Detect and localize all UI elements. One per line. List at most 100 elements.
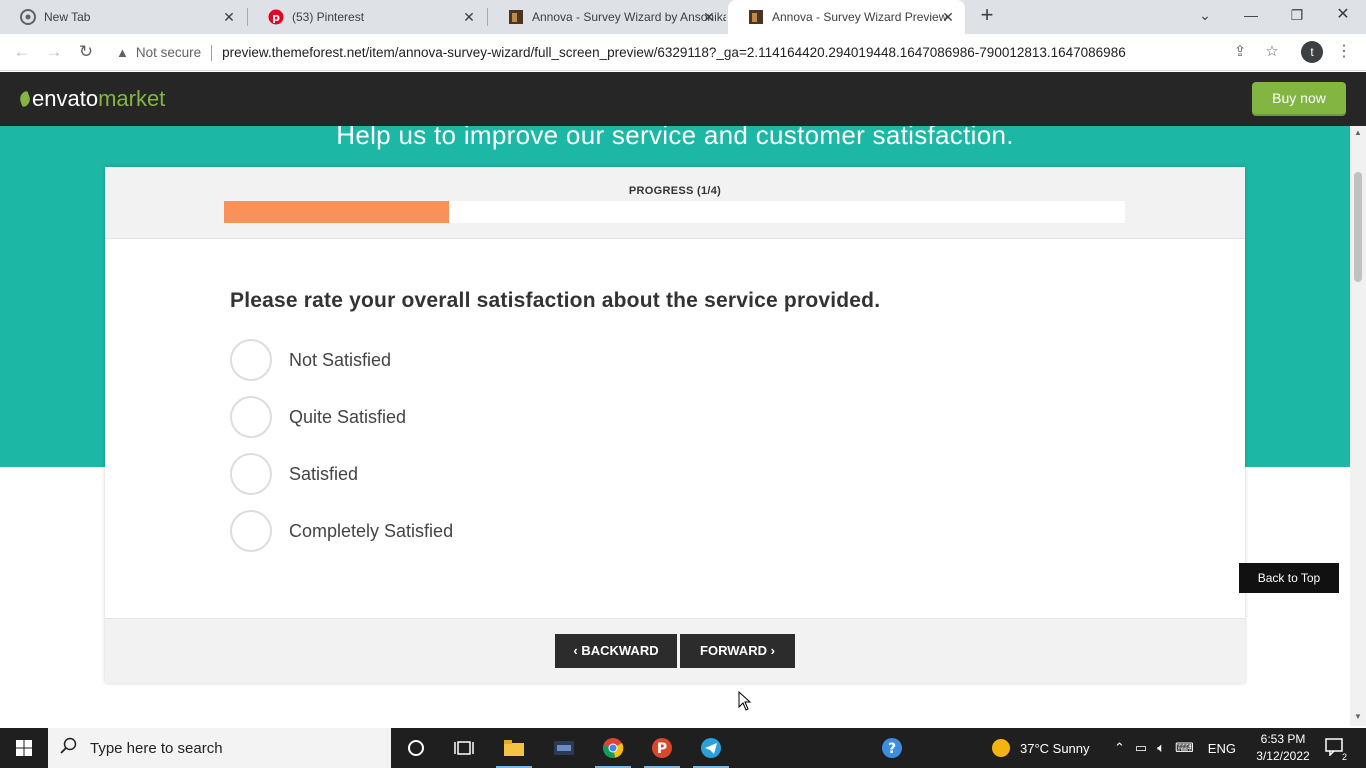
forward-button[interactable]: FORWARD ›	[680, 634, 795, 668]
option-label[interactable]: Satisfied	[289, 464, 358, 485]
language-indicator[interactable]: ENG	[1208, 741, 1236, 756]
bookmark-star-icon[interactable]: ☆	[1261, 41, 1283, 63]
tab-annova-preview[interactable]: Annova - Survey Wizard Preview ✕	[728, 0, 965, 34]
radio-button[interactable]	[230, 339, 272, 381]
browser-toolbar: ← → ↻ ▲ Not secure preview.themeforest.n…	[0, 34, 1366, 71]
back-arrow-icon[interactable]: ←	[11, 41, 33, 63]
weather-widget[interactable]: 37°C Sunny	[992, 728, 1090, 768]
search-icon	[60, 737, 78, 760]
survey-question: Please rate your overall satisfaction ab…	[230, 289, 881, 312]
url-text[interactable]: preview.themeforest.net/item/annova-surv…	[222, 45, 1126, 60]
clock-time: 6:53 PM	[1260, 732, 1306, 746]
divider	[211, 44, 213, 61]
progress-label: PROGRESS (1/4)	[628, 185, 722, 197]
file-explorer-icon[interactable]	[490, 728, 538, 768]
security-label[interactable]: Not secure	[136, 45, 201, 60]
themeforest-icon	[508, 9, 524, 25]
chrome-icon	[20, 9, 36, 25]
new-tab-plus-icon[interactable]: +	[976, 4, 998, 27]
forward-label: FORWARD	[700, 643, 767, 658]
backward-label: BACKWARD	[581, 643, 659, 658]
close-window-icon[interactable]: ✕	[1332, 4, 1354, 26]
back-to-top-button[interactable]: Back to Top	[1239, 563, 1339, 593]
logo-market-text: market	[98, 86, 166, 111]
windows-taskbar: Type here to search P ? 37°C Sunny ⌃ ▭ 🔈…	[0, 728, 1366, 768]
keyboard-icon[interactable]: ⌨	[1175, 740, 1194, 756]
tab-title: New Tab	[44, 10, 91, 24]
minimize-icon[interactable]: —	[1240, 4, 1262, 26]
system-tray: ⌃ ▭ 🔈︎ ⌨ ENG	[1114, 728, 1236, 768]
page-viewport: Help us to improve our service and custo…	[0, 126, 1350, 726]
windows-start-icon[interactable]	[0, 728, 48, 768]
progress-bar	[224, 201, 1125, 223]
option-label[interactable]: Quite Satisfied	[289, 407, 406, 428]
task-view-icon[interactable]	[440, 728, 488, 768]
tab-title: Annova - Survey Wizard by Ansonika	[532, 10, 726, 24]
forward-arrow-icon[interactable]: →	[43, 41, 65, 63]
notification-count: 2	[1340, 752, 1348, 762]
app-icon[interactable]	[540, 728, 588, 768]
tab-new-tab[interactable]: New Tab ✕	[0, 0, 246, 34]
envato-leaf-icon	[17, 90, 33, 108]
option-not-satisfied[interactable]: Not Satisfied	[230, 339, 391, 381]
option-label[interactable]: Not Satisfied	[289, 350, 391, 371]
close-tab-icon[interactable]: ✕	[222, 10, 236, 24]
themeforest-icon	[748, 9, 764, 25]
svg-text:p: p	[272, 11, 280, 24]
volume-icon[interactable]: 🔈︎	[1157, 740, 1165, 756]
page-scrollbar[interactable]: ▲ ▼	[1350, 126, 1366, 726]
svg-text:P: P	[657, 741, 667, 757]
backward-button[interactable]: ‹ BACKWARD	[555, 634, 677, 668]
close-tab-icon[interactable]: ✕	[462, 10, 476, 24]
radio-button[interactable]	[230, 453, 272, 495]
progress-header: PROGRESS (1/4)	[105, 167, 1245, 239]
profile-avatar[interactable]: t	[1301, 41, 1323, 63]
tab-title: Annova - Survey Wizard Preview	[772, 10, 948, 24]
search-placeholder[interactable]: Type here to search	[90, 740, 223, 757]
sun-icon	[992, 739, 1010, 757]
psiphon-icon[interactable]: P	[638, 728, 686, 768]
tab-pinterest[interactable]: p (53) Pinterest ✕	[248, 0, 486, 34]
survey-subtitle: Help us to improve our service and custo…	[336, 126, 1014, 150]
scroll-down-arrow-icon[interactable]: ▼	[1350, 712, 1366, 724]
survey-card: PROGRESS (1/4) Please rate your overall …	[105, 167, 1245, 683]
svg-text:?: ?	[888, 741, 896, 757]
warning-triangle-icon[interactable]: ▲	[116, 45, 129, 60]
option-label[interactable]: Completely Satisfied	[289, 521, 453, 542]
menu-kebab-icon[interactable]: ⋮	[1336, 41, 1352, 63]
share-icon[interactable]: ⇪	[1229, 41, 1251, 63]
battery-icon[interactable]: ▭	[1135, 740, 1147, 756]
buy-now-button[interactable]: Buy now	[1252, 82, 1346, 114]
envato-market-logo[interactable]: envato market	[17, 86, 166, 112]
browser-tab-strip: New Tab ✕ p (53) Pinterest ✕ Annova - Su…	[0, 0, 1366, 34]
tab-search-chevron-icon[interactable]: ⌄	[1194, 4, 1216, 26]
weather-text: 37°C Sunny	[1020, 740, 1090, 756]
help-icon[interactable]: ?	[868, 728, 916, 768]
scrollbar-thumb[interactable]	[1354, 172, 1362, 282]
survey-navigation: ‹ BACKWARD FORWARD ›	[105, 618, 1245, 683]
address-bar[interactable]: ▲ Not secure preview.themeforest.net/ite…	[108, 38, 1292, 67]
pinterest-icon: p	[268, 9, 284, 25]
tab-annova-product[interactable]: Annova - Survey Wizard by Ansonika ✕	[488, 0, 726, 34]
mouse-cursor-icon	[738, 691, 752, 711]
scroll-up-arrow-icon[interactable]: ▲	[1350, 128, 1366, 140]
clock-date: 3/12/2022	[1256, 749, 1310, 763]
radio-button[interactable]	[230, 510, 272, 552]
reload-icon[interactable]: ↻	[75, 41, 97, 63]
telegram-icon[interactable]	[687, 728, 735, 768]
chevron-up-icon[interactable]: ⌃	[1114, 740, 1125, 756]
close-tab-icon[interactable]: ✕	[941, 10, 955, 24]
restore-icon[interactable]: ❐	[1286, 4, 1308, 26]
taskbar-search-box[interactable]: Type here to search	[48, 728, 391, 768]
notification-center-icon[interactable]: 2	[1322, 736, 1348, 762]
progress-bar-fill	[224, 201, 450, 223]
radio-button[interactable]	[230, 396, 272, 438]
chrome-taskbar-icon[interactable]	[589, 728, 637, 768]
tab-title: (53) Pinterest	[292, 10, 365, 24]
close-tab-icon[interactable]: ✕	[702, 10, 716, 24]
cortana-icon[interactable]	[392, 728, 440, 768]
option-satisfied[interactable]: Satisfied	[230, 453, 358, 495]
clock[interactable]: 6:53 PM 3/12/2022	[1253, 731, 1313, 765]
option-quite-satisfied[interactable]: Quite Satisfied	[230, 396, 406, 438]
option-completely-satisfied[interactable]: Completely Satisfied	[230, 510, 453, 552]
